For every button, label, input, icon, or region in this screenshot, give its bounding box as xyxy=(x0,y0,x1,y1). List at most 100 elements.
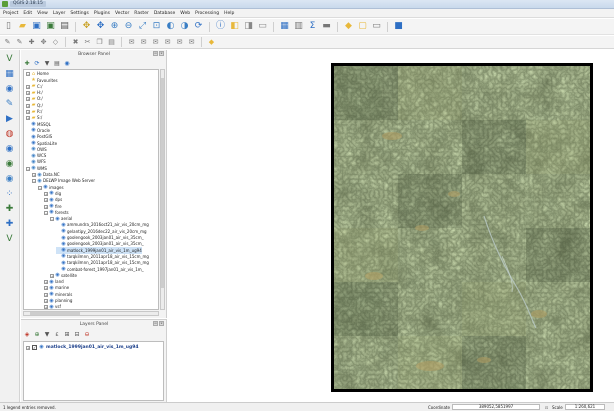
edit-pencil-icon[interactable]: ✎ xyxy=(3,38,12,47)
properties-icon[interactable]: ◉ xyxy=(63,60,71,68)
coordinate-field[interactable]: 389052,5851997 xyxy=(452,404,540,410)
expand-toggle-icon[interactable]: − xyxy=(44,210,48,215)
aerial-imagery-raster[interactable] xyxy=(331,63,593,392)
text-annotation-icon[interactable]: ▢ xyxy=(357,21,368,32)
copy-icon[interactable]: ❐ xyxy=(95,38,104,47)
add-raster-layer-icon[interactable]: ▦ xyxy=(4,68,16,80)
expand-toggle-icon[interactable]: + xyxy=(26,103,30,108)
menu-raster[interactable]: Raster xyxy=(134,11,149,16)
expand-toggle-icon[interactable]: + xyxy=(32,173,36,178)
zoom-layer-icon[interactable]: ⊡ xyxy=(151,21,162,32)
scrollbar-thumb[interactable] xyxy=(30,312,80,315)
layer-item[interactable]: + ✓ ◉ matlock_1999jan01_air_vis_1m_ug94 xyxy=(26,345,138,350)
node-tool-icon[interactable]: ◇ xyxy=(51,38,60,47)
print-composer-icon[interactable]: ▤ xyxy=(59,21,70,32)
expand-toggle-icon[interactable]: + xyxy=(26,91,30,96)
expand-toggle-icon[interactable]: + xyxy=(44,299,48,304)
filter-icon[interactable]: ▼ xyxy=(43,60,51,68)
identify-icon[interactable]: ⓘ xyxy=(215,21,226,32)
add-selected-layers-icon[interactable]: ✚ xyxy=(23,60,31,68)
refresh-icon[interactable]: ⟳ xyxy=(193,21,204,32)
menu-processing[interactable]: Processing xyxy=(195,11,219,16)
menu-web[interactable]: Web xyxy=(180,11,190,16)
float-panel-button[interactable]: ▫ xyxy=(153,51,158,56)
refresh-icon[interactable]: ⟳ xyxy=(33,60,41,68)
expand-toggle-icon[interactable]: − xyxy=(50,217,54,222)
add-wcs-icon[interactable]: ◉ xyxy=(4,158,16,170)
new-spatialite-layer-icon[interactable]: ✚ xyxy=(4,218,16,230)
save-project-icon[interactable]: ▣ xyxy=(31,21,42,32)
expand-toggle-icon[interactable]: + xyxy=(44,292,48,297)
menu-edit[interactable]: Edit xyxy=(23,11,32,16)
expand-toggle-icon[interactable]: − xyxy=(32,179,36,184)
filter-legend-icon[interactable]: ▼ xyxy=(43,331,51,339)
add-postgis-icon[interactable]: ◉ xyxy=(4,83,16,95)
browser-horizontal-scrollbar[interactable] xyxy=(23,311,159,316)
extents-toggle-icon[interactable]: ⊡ xyxy=(544,405,549,410)
add-feature-icon[interactable]: ✚ xyxy=(27,38,36,47)
toggle-editing-icon[interactable]: ✎ xyxy=(15,38,24,47)
expand-toggle-icon[interactable]: + xyxy=(44,280,48,285)
expand-toggle-icon[interactable]: − xyxy=(26,166,30,171)
zoom-in-icon[interactable]: ⊕ xyxy=(109,21,120,32)
label-icon[interactable]: ✉ xyxy=(127,38,136,47)
zoom-next-icon[interactable]: ◑ xyxy=(179,21,190,32)
help-icon[interactable]: ■ xyxy=(393,21,404,32)
expand-toggle-icon[interactable]: + xyxy=(26,84,30,89)
browser-tree[interactable]: − ⌂ Home ★ Favourites + ▰ C:/+ ▰ H:/+ ▰ O:/+ ▰ Q:/+ ▰ R… xyxy=(23,69,159,310)
add-delimited-text-icon[interactable]: ⁘ xyxy=(4,188,16,200)
layer-style-icon[interactable]: ◈ xyxy=(23,331,31,339)
menu-view[interactable]: View xyxy=(37,11,48,16)
menu-settings[interactable]: Settings xyxy=(70,11,88,16)
new-gpx-icon[interactable]: V xyxy=(4,233,16,245)
expand-toggle-icon[interactable]: + xyxy=(44,198,48,203)
expand-toggle-icon[interactable]: + xyxy=(26,345,30,350)
scrollbar-thumb[interactable] xyxy=(161,78,164,288)
add-mssql-icon[interactable]: ▶ xyxy=(4,113,16,125)
move-feature-icon[interactable]: ✥ xyxy=(39,38,48,47)
select-icon[interactable]: ◧ xyxy=(229,21,240,32)
collapse-all-icon[interactable]: ▤ xyxy=(53,60,61,68)
float-panel-button[interactable]: ▫ xyxy=(153,321,158,326)
statistics-icon[interactable]: Σ xyxy=(307,21,318,32)
open-project-icon[interactable]: ▰ xyxy=(17,21,28,32)
scale-field[interactable]: 1:260,621 xyxy=(565,404,605,410)
zoom-last-icon[interactable]: ◐ xyxy=(165,21,176,32)
pan-icon[interactable]: ✥ xyxy=(81,21,92,32)
label-rotate-icon[interactable]: ✉ xyxy=(175,38,184,47)
python-icon[interactable]: ◆ xyxy=(207,38,216,47)
expand-toggle-icon[interactable]: + xyxy=(50,273,54,278)
add-vector-layer-icon[interactable]: V xyxy=(4,53,16,65)
expand-toggle-icon[interactable]: + xyxy=(44,204,48,209)
label-change-icon[interactable]: ✉ xyxy=(187,38,196,47)
menu-vector[interactable]: Vector xyxy=(115,11,129,16)
add-spatialite-icon[interactable]: ✎ xyxy=(4,98,16,110)
label-show-icon[interactable]: ✉ xyxy=(151,38,160,47)
annotation-icon[interactable]: ◆ xyxy=(343,21,354,32)
expand-toggle-icon[interactable]: + xyxy=(26,97,30,102)
new-project-icon[interactable]: ▯ xyxy=(3,21,14,32)
map-tips-icon[interactable]: ▬ xyxy=(321,21,332,32)
deselect-icon[interactable]: ◨ xyxy=(243,21,254,32)
map-canvas[interactable] xyxy=(168,50,614,402)
add-wfs-icon[interactable]: ◉ xyxy=(4,173,16,185)
expand-toggle-icon[interactable]: − xyxy=(26,72,30,77)
tree-item[interactable]: + ◉ vsf xyxy=(44,304,61,309)
label-pin-icon[interactable]: ✉ xyxy=(139,38,148,47)
paste-icon[interactable]: ▤ xyxy=(107,38,116,47)
add-oracle-icon[interactable]: ◍ xyxy=(4,128,16,140)
measure-icon[interactable]: ▭ xyxy=(257,21,268,32)
expand-toggle-icon[interactable]: + xyxy=(44,191,48,196)
field-calculator-icon[interactable]: ▥ xyxy=(293,21,304,32)
label-move-icon[interactable]: ✉ xyxy=(163,38,172,47)
browser-vertical-scrollbar[interactable] xyxy=(160,69,165,310)
attribute-table-icon[interactable]: ▦ xyxy=(279,21,290,32)
expand-toggle-icon[interactable]: − xyxy=(38,185,42,190)
delete-selected-icon[interactable]: ✖ xyxy=(71,38,80,47)
filter-expression-icon[interactable]: ε xyxy=(53,331,61,339)
zoom-full-icon[interactable]: ⤢ xyxy=(137,21,148,32)
cut-icon[interactable]: ✂ xyxy=(83,38,92,47)
menu-project[interactable]: Project xyxy=(3,11,18,16)
add-wms-icon[interactable]: ◉ xyxy=(4,143,16,155)
menu-database[interactable]: Database xyxy=(154,11,175,16)
